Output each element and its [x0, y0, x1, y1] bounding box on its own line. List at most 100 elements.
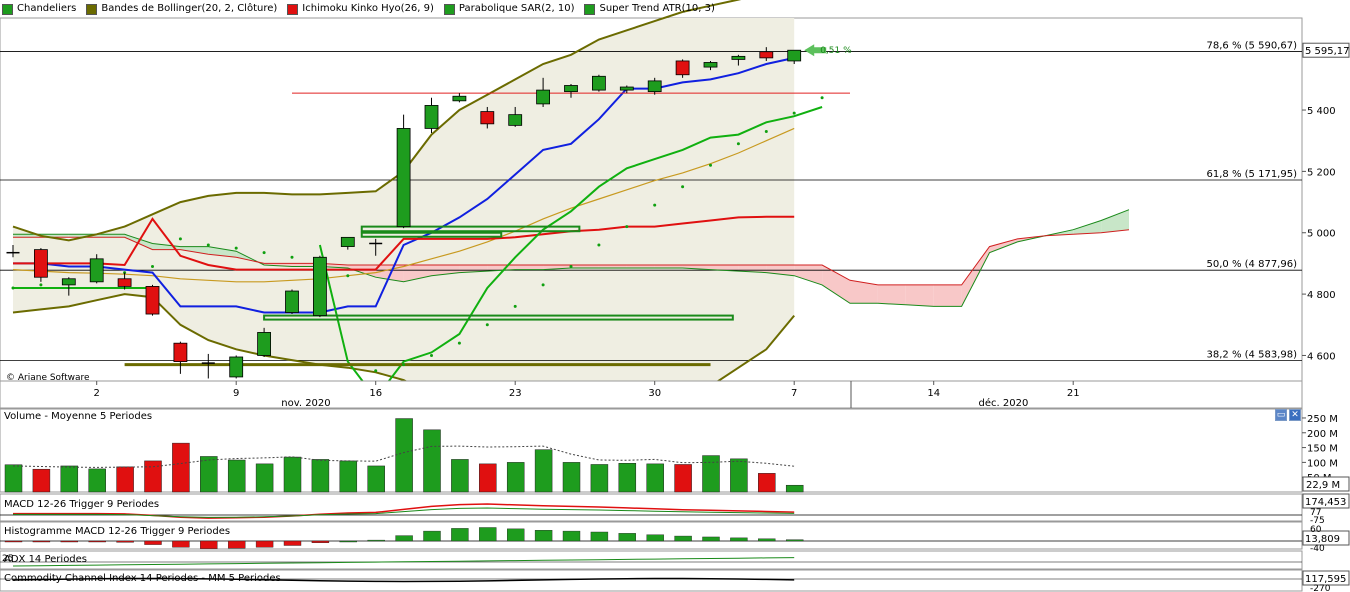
sar-dot: [234, 246, 238, 250]
sar-dot: [820, 96, 824, 100]
ichimoku-cloud-segment: [905, 284, 934, 307]
volume-bar: [758, 473, 776, 493]
volume-bar: [451, 459, 469, 493]
legend-item[interactable]: Ichimoku Kinko Hyo(26, 9): [287, 2, 434, 16]
change-label: 0,51 %: [820, 46, 852, 56]
histogram-bar: [507, 528, 525, 542]
legend-swatch: [584, 3, 596, 15]
chart-legend: Chandeliers Bandes de Bollinger(20, 2, Cl…: [2, 2, 715, 16]
candle-body: [117, 278, 132, 287]
candle-body: [145, 286, 160, 315]
volume-bar: [674, 464, 692, 493]
volume-bar: [311, 459, 330, 493]
histogram-bar: [758, 538, 776, 542]
sar-dot: [206, 243, 210, 247]
volume-bar: [534, 449, 553, 493]
volume-bar: [88, 468, 106, 493]
window-restore-icon: ▭: [1276, 410, 1286, 420]
copyright-label: © Ariane Software: [6, 373, 90, 383]
sar-dot: [262, 251, 266, 255]
volume-bar: [367, 465, 385, 493]
legend-label: Super Trend ATR(10, 3): [599, 3, 715, 14]
volume-bar: [730, 458, 748, 493]
legend-item[interactable]: Chandeliers: [2, 2, 76, 16]
candle-body: [257, 332, 272, 356]
volume-bar: [618, 463, 637, 493]
sar-dot: [569, 264, 573, 268]
ichimoku-cloud-segment: [933, 284, 962, 307]
stock-chart: 4 600 4 800 5 000 5 200 5 400 78,6 % (5 590,6…: [0, 0, 1350, 592]
legend-swatch: [2, 3, 13, 15]
x-tick-label: 7: [791, 388, 797, 399]
candle-body: [452, 95, 467, 102]
x-tick-label: 30: [648, 388, 661, 399]
volume-bar: [506, 462, 525, 493]
sar-dot: [709, 163, 712, 167]
histogram-bar: [339, 540, 357, 543]
volume-bar: [395, 418, 413, 493]
histogram-bar: [200, 540, 218, 549]
y-tick-label: 5 200: [1307, 167, 1336, 178]
candle-body: [564, 85, 578, 93]
sar-dot: [290, 255, 294, 259]
candle-body: [89, 258, 104, 283]
sar-dot: [39, 283, 43, 287]
candle-body: [508, 114, 523, 126]
adx-pane-title: ADX 14 Periodes: [4, 554, 88, 565]
x-tick-label: 21: [1067, 388, 1080, 399]
window-restore-button[interactable]: ▭: [1275, 409, 1287, 421]
histogram-bar: [4, 540, 23, 543]
candle-body: [536, 89, 550, 105]
sar-dot: [485, 323, 489, 327]
sar-dot: [178, 237, 182, 241]
sar-dot: [457, 341, 461, 345]
volume-bar: [60, 465, 79, 493]
legend-label: Ichimoku Kinko Hyo(26, 9): [302, 3, 434, 14]
histogram-pane-title: Histogramme MACD 12-26 Trigger 9 Periode…: [4, 526, 231, 537]
candle-body: [424, 105, 439, 129]
candle-body: [173, 342, 188, 362]
histogram-bar: [395, 535, 413, 542]
x-tick-label: 14: [927, 388, 940, 399]
histogram-bar: [172, 540, 190, 548]
legend-swatch: [287, 3, 299, 15]
volume-pane-title: Volume - Moyenne 5 Periodes: [4, 411, 153, 422]
sar-dot: [736, 142, 740, 146]
candle-body: [396, 128, 411, 228]
volume-bar: [479, 463, 497, 493]
volume-bar: [785, 484, 804, 493]
volume-tick-label: 150 M: [1307, 444, 1338, 455]
cci-tick-label: -270: [1310, 584, 1331, 592]
histogram-bar: [60, 540, 78, 543]
histogram-bar: [562, 530, 581, 542]
histogram-bar: [88, 540, 106, 543]
sar-dot: [625, 225, 629, 229]
legend-item[interactable]: Parabolique SAR(2, 10): [443, 2, 575, 16]
histogram-bar: [451, 528, 469, 542]
fibonacci-level-label: 78,6 % (5 590,67): [1207, 41, 1298, 52]
volume-tick-label: 200 M: [1307, 429, 1338, 440]
legend-swatch: [443, 3, 455, 15]
candle-body: [647, 80, 662, 93]
volume-tick-label: 250 M: [1307, 414, 1338, 425]
month-label: déc. 2020: [979, 397, 1029, 409]
histogram-bar: [283, 540, 302, 546]
histogram-bar: [479, 527, 497, 542]
legend-item[interactable]: Bandes de Bollinger(20, 2, Clôture): [86, 2, 277, 16]
candle-body: [592, 75, 606, 91]
sar-dot: [792, 111, 796, 115]
legend-label: Parabolique SAR(2, 10): [458, 3, 575, 14]
volume-tick-label: 100 M: [1307, 458, 1338, 469]
month-label: nov. 2020: [281, 398, 330, 409]
volume-bar: [227, 459, 246, 493]
ichimoku-cloud-segment: [877, 284, 906, 305]
candle-body: [229, 356, 244, 378]
y-tick-label: 4 800: [1307, 290, 1336, 301]
histogram-bar: [590, 531, 609, 542]
histogram-bar: [702, 536, 720, 542]
histogram-bar: [144, 540, 162, 545]
legend-item[interactable]: Super Trend ATR(10, 3): [584, 2, 715, 16]
sar-dot: [11, 286, 15, 290]
window-close-button[interactable]: ✕: [1289, 409, 1301, 421]
volume-bar: [255, 463, 274, 493]
